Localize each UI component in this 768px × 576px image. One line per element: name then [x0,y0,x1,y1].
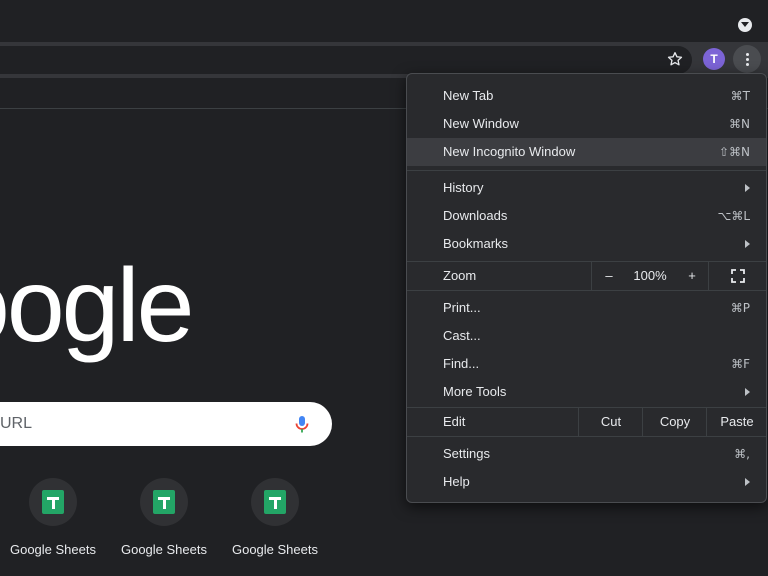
menu-item-label: New Tab [443,88,494,103]
menu-item-settings[interactable]: Settings ⌘, [407,440,766,468]
address-bar[interactable] [0,46,692,74]
app-menu: New Tab ⌘T New Window ⌘N New Incognito W… [406,73,767,503]
google-sheets-icon [42,490,64,514]
shortcut-label: Google Sheets [231,542,318,557]
menu-item-label: Print... [443,300,481,315]
profile-avatar[interactable]: T [703,48,725,70]
fullscreen-button[interactable] [708,262,766,290]
zoom-label: Zoom [443,268,477,283]
menu-item-label: History [443,180,484,195]
menu-item-new-incognito-window[interactable]: New Incognito Window ⇧⌘N [407,138,766,166]
menu-item-label: Cast... [443,328,481,343]
search-placeholder: URL [0,415,33,432]
menu-item-label: Bookmarks [443,236,509,251]
shortcut-tile[interactable]: Google Sheets [108,478,220,568]
shortcut-label: Google Sheets [9,542,96,557]
shortcut-icon-container [251,478,299,526]
menu-item-label: Find... [443,356,480,371]
menu-item-history[interactable]: History [407,174,766,202]
shortcut-icon-container [140,478,188,526]
menu-item-shortcut: ⌥⌘L [717,209,750,223]
paste-button[interactable]: Paste [706,408,766,436]
zoom-row: Zoom – 100% + [407,262,766,290]
zoom-level: 100% [633,268,667,283]
menu-item-shortcut: ⌘, [734,447,750,461]
menu-item-label: Downloads [443,208,508,223]
app-menu-button[interactable] [733,45,761,73]
shortcut-icon-container [29,478,77,526]
menu-item-label: New Incognito Window [443,144,576,159]
edit-label: Edit [443,414,466,429]
tab-search-button[interactable] [734,14,756,36]
edit-row: Edit Cut Copy Paste [407,408,766,436]
menu-item-label: Settings [443,446,490,461]
kebab-dot [745,62,749,66]
google-logo: oogle [0,248,194,364]
menu-item-shortcut: ⌘T [730,89,750,103]
kebab-dot [745,52,749,56]
bookmark-star-icon[interactable] [664,48,686,70]
menu-item-label: More Tools [443,384,507,399]
menu-item-find[interactable]: Find... ⌘F [407,350,766,378]
menu-item-print[interactable]: Print... ⌘P [407,294,766,322]
copy-button[interactable]: Copy [642,408,707,436]
menu-item-label: Help [443,474,470,489]
google-sheets-icon [264,490,286,514]
kebab-dot [745,57,749,61]
menu-item-downloads[interactable]: Downloads ⌥⌘L [407,202,766,230]
menu-item-bookmarks[interactable]: Bookmarks [407,230,766,258]
shortcut-tile[interactable]: Google Sheets [219,478,331,568]
zoom-out-button[interactable]: – [591,262,626,290]
chevron-right-icon [745,184,750,192]
menu-separator [407,290,766,291]
cut-button[interactable]: Cut [578,408,643,436]
google-sheets-icon [153,490,175,514]
menu-item-new-window[interactable]: New Window ⌘N [407,110,766,138]
menu-separator [407,436,766,437]
menu-item-label: New Window [443,116,519,131]
menu-item-more-tools[interactable]: More Tools [407,378,766,406]
shortcut-tile[interactable]: Google Sheets [0,478,109,568]
tab-strip [0,0,768,42]
menu-item-shortcut: ⌘F [731,357,750,371]
chevron-down-icon [738,18,752,32]
search-box[interactable]: URL [0,402,332,446]
browser-window: T oogle URL Google Sheets Google Sheets [0,0,768,576]
chevron-right-icon [745,388,750,396]
chevron-right-icon [745,240,750,248]
microphone-icon[interactable] [292,414,312,434]
menu-item-shortcut: ⇧⌘N [718,145,750,159]
zoom-in-button[interactable]: + [675,262,709,290]
menu-item-shortcut: ⌘N [729,117,750,131]
fullscreen-icon [731,269,745,283]
chevron-right-icon [745,478,750,486]
menu-item-shortcut: ⌘P [730,301,750,315]
menu-item-new-tab[interactable]: New Tab ⌘T [407,82,766,110]
shortcut-label: Google Sheets [120,542,207,557]
menu-item-help[interactable]: Help [407,468,766,496]
menu-item-cast[interactable]: Cast... [407,322,766,350]
menu-separator [407,170,766,171]
